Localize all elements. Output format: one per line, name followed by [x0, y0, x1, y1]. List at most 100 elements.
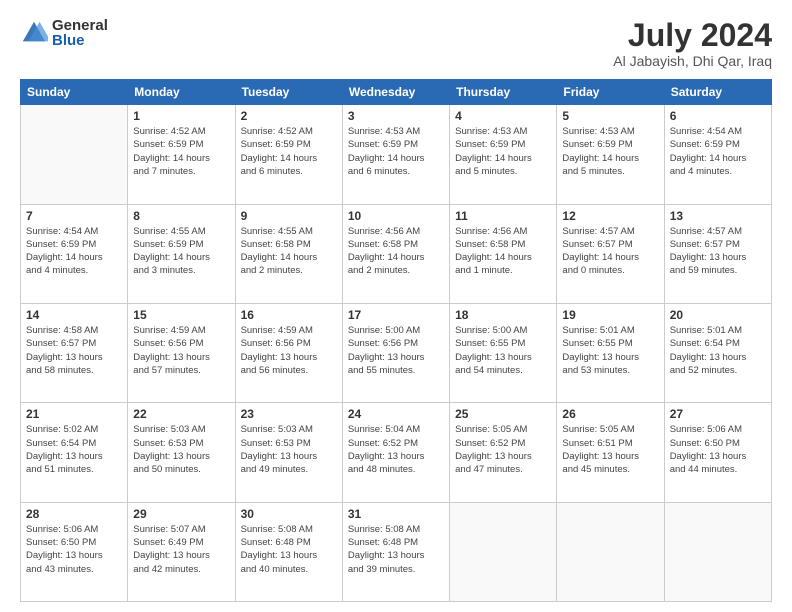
calendar-cell: 6 Sunrise: 4:54 AM Sunset: 6:59 PM Daylig… — [664, 105, 771, 204]
day-info: Sunrise: 5:01 AM Sunset: 6:54 PM Dayligh… — [670, 324, 766, 377]
logo-blue: Blue — [52, 33, 108, 48]
header-monday: Monday — [128, 80, 235, 105]
header-wednesday: Wednesday — [342, 80, 449, 105]
logo-general: General — [52, 18, 108, 33]
calendar-cell: 30 Sunrise: 5:08 AM Sunset: 6:48 PM Dayli… — [235, 502, 342, 601]
day-number: 27 — [670, 407, 766, 421]
day-info: Sunrise: 5:08 AM Sunset: 6:48 PM Dayligh… — [241, 523, 337, 576]
day-info: Sunrise: 5:01 AM Sunset: 6:55 PM Dayligh… — [562, 324, 658, 377]
day-info: Sunrise: 5:06 AM Sunset: 6:50 PM Dayligh… — [26, 523, 122, 576]
day-number: 26 — [562, 407, 658, 421]
day-info: Sunrise: 5:03 AM Sunset: 6:53 PM Dayligh… — [133, 423, 229, 476]
header: General Blue July 2024 Al Jabayish, Dhi … — [20, 18, 772, 69]
calendar-cell — [557, 502, 664, 601]
day-number: 17 — [348, 308, 444, 322]
day-info: Sunrise: 4:59 AM Sunset: 6:56 PM Dayligh… — [241, 324, 337, 377]
calendar-cell: 26 Sunrise: 5:05 AM Sunset: 6:51 PM Dayli… — [557, 403, 664, 502]
calendar-cell: 3 Sunrise: 4:53 AM Sunset: 6:59 PM Daylig… — [342, 105, 449, 204]
day-info: Sunrise: 4:58 AM Sunset: 6:57 PM Dayligh… — [26, 324, 122, 377]
day-info: Sunrise: 5:02 AM Sunset: 6:54 PM Dayligh… — [26, 423, 122, 476]
day-number: 21 — [26, 407, 122, 421]
day-info: Sunrise: 5:04 AM Sunset: 6:52 PM Dayligh… — [348, 423, 444, 476]
calendar-cell: 22 Sunrise: 5:03 AM Sunset: 6:53 PM Dayli… — [128, 403, 235, 502]
day-number: 22 — [133, 407, 229, 421]
day-info: Sunrise: 4:56 AM Sunset: 6:58 PM Dayligh… — [348, 225, 444, 278]
day-number: 25 — [455, 407, 551, 421]
day-info: Sunrise: 4:55 AM Sunset: 6:59 PM Dayligh… — [133, 225, 229, 278]
day-number: 29 — [133, 507, 229, 521]
calendar-cell: 27 Sunrise: 5:06 AM Sunset: 6:50 PM Dayli… — [664, 403, 771, 502]
day-number: 13 — [670, 209, 766, 223]
day-number: 6 — [670, 109, 766, 123]
day-info: Sunrise: 5:05 AM Sunset: 6:51 PM Dayligh… — [562, 423, 658, 476]
day-number: 30 — [241, 507, 337, 521]
day-info: Sunrise: 4:55 AM Sunset: 6:58 PM Dayligh… — [241, 225, 337, 278]
day-info: Sunrise: 4:53 AM Sunset: 6:59 PM Dayligh… — [348, 125, 444, 178]
calendar-cell: 2 Sunrise: 4:52 AM Sunset: 6:59 PM Daylig… — [235, 105, 342, 204]
logo: General Blue — [20, 18, 108, 48]
day-info: Sunrise: 5:00 AM Sunset: 6:55 PM Dayligh… — [455, 324, 551, 377]
day-number: 7 — [26, 209, 122, 223]
calendar-cell: 23 Sunrise: 5:03 AM Sunset: 6:53 PM Dayli… — [235, 403, 342, 502]
calendar-cell: 28 Sunrise: 5:06 AM Sunset: 6:50 PM Dayli… — [21, 502, 128, 601]
calendar-cell: 24Sunrise: 5:04 AM Sunset: 6:52 PM Dayli… — [342, 403, 449, 502]
day-info: Sunrise: 4:57 AM Sunset: 6:57 PM Dayligh… — [670, 225, 766, 278]
calendar-cell: 25 Sunrise: 5:05 AM Sunset: 6:52 PM Dayli… — [450, 403, 557, 502]
calendar-header: Sunday Monday Tuesday Wednesday Thursday… — [21, 80, 772, 105]
day-info: Sunrise: 4:54 AM Sunset: 6:59 PM Dayligh… — [26, 225, 122, 278]
calendar-cell: 7 Sunrise: 4:54 AM Sunset: 6:59 PM Daylig… — [21, 204, 128, 303]
calendar-cell: 15Sunrise: 4:59 AM Sunset: 6:56 PM Dayli… — [128, 303, 235, 402]
week-row-4: 28 Sunrise: 5:06 AM Sunset: 6:50 PM Dayli… — [21, 502, 772, 601]
day-info: Sunrise: 4:54 AM Sunset: 6:59 PM Dayligh… — [670, 125, 766, 178]
day-number: 14 — [26, 308, 122, 322]
calendar-cell: 18 Sunrise: 5:00 AM Sunset: 6:55 PM Dayli… — [450, 303, 557, 402]
calendar-cell: 21 Sunrise: 5:02 AM Sunset: 6:54 PM Dayli… — [21, 403, 128, 502]
day-number: 8 — [133, 209, 229, 223]
day-info: Sunrise: 4:52 AM Sunset: 6:59 PM Dayligh… — [133, 125, 229, 178]
day-info: Sunrise: 5:05 AM Sunset: 6:52 PM Dayligh… — [455, 423, 551, 476]
day-number: 10 — [348, 209, 444, 223]
calendar-cell: 29 Sunrise: 5:07 AM Sunset: 6:49 PM Dayli… — [128, 502, 235, 601]
calendar-cell: 13 Sunrise: 4:57 AM Sunset: 6:57 PM Dayli… — [664, 204, 771, 303]
calendar-cell: 11Sunrise: 4:56 AM Sunset: 6:58 PM Dayli… — [450, 204, 557, 303]
day-number: 28 — [26, 507, 122, 521]
day-number: 20 — [670, 308, 766, 322]
day-info: Sunrise: 4:52 AM Sunset: 6:59 PM Dayligh… — [241, 125, 337, 178]
day-number: 11 — [455, 209, 551, 223]
day-info: Sunrise: 4:53 AM Sunset: 6:59 PM Dayligh… — [455, 125, 551, 178]
header-friday: Friday — [557, 80, 664, 105]
day-info: Sunrise: 5:06 AM Sunset: 6:50 PM Dayligh… — [670, 423, 766, 476]
calendar-cell — [21, 105, 128, 204]
calendar-cell: 16Sunrise: 4:59 AM Sunset: 6:56 PM Dayli… — [235, 303, 342, 402]
day-info: Sunrise: 4:59 AM Sunset: 6:56 PM Dayligh… — [133, 324, 229, 377]
week-row-2: 14 Sunrise: 4:58 AM Sunset: 6:57 PM Dayli… — [21, 303, 772, 402]
day-number: 23 — [241, 407, 337, 421]
day-number: 3 — [348, 109, 444, 123]
logo-text: General Blue — [52, 18, 108, 48]
day-number: 1 — [133, 109, 229, 123]
day-number: 12 — [562, 209, 658, 223]
week-row-3: 21 Sunrise: 5:02 AM Sunset: 6:54 PM Dayli… — [21, 403, 772, 502]
day-info: Sunrise: 5:08 AM Sunset: 6:48 PM Dayligh… — [348, 523, 444, 576]
day-number: 19 — [562, 308, 658, 322]
header-row: Sunday Monday Tuesday Wednesday Thursday… — [21, 80, 772, 105]
calendar-cell: 12 Sunrise: 4:57 AM Sunset: 6:57 PM Dayli… — [557, 204, 664, 303]
calendar-cell: 31 Sunrise: 5:08 AM Sunset: 6:48 PM Dayli… — [342, 502, 449, 601]
logo-icon — [20, 19, 48, 47]
day-number: 31 — [348, 507, 444, 521]
day-number: 2 — [241, 109, 337, 123]
calendar-cell — [664, 502, 771, 601]
day-info: Sunrise: 4:53 AM Sunset: 6:59 PM Dayligh… — [562, 125, 658, 178]
page: General Blue July 2024 Al Jabayish, Dhi … — [0, 0, 792, 612]
day-number: 9 — [241, 209, 337, 223]
calendar-body: 1 Sunrise: 4:52 AM Sunset: 6:59 PM Daylig… — [21, 105, 772, 602]
calendar-cell: 14 Sunrise: 4:58 AM Sunset: 6:57 PM Dayli… — [21, 303, 128, 402]
day-info: Sunrise: 4:57 AM Sunset: 6:57 PM Dayligh… — [562, 225, 658, 278]
day-info: Sunrise: 5:03 AM Sunset: 6:53 PM Dayligh… — [241, 423, 337, 476]
day-info: Sunrise: 5:07 AM Sunset: 6:49 PM Dayligh… — [133, 523, 229, 576]
day-number: 5 — [562, 109, 658, 123]
calendar-cell: 9 Sunrise: 4:55 AM Sunset: 6:58 PM Daylig… — [235, 204, 342, 303]
day-number: 18 — [455, 308, 551, 322]
calendar-cell: 19 Sunrise: 5:01 AM Sunset: 6:55 PM Dayli… — [557, 303, 664, 402]
week-row-1: 7 Sunrise: 4:54 AM Sunset: 6:59 PM Daylig… — [21, 204, 772, 303]
